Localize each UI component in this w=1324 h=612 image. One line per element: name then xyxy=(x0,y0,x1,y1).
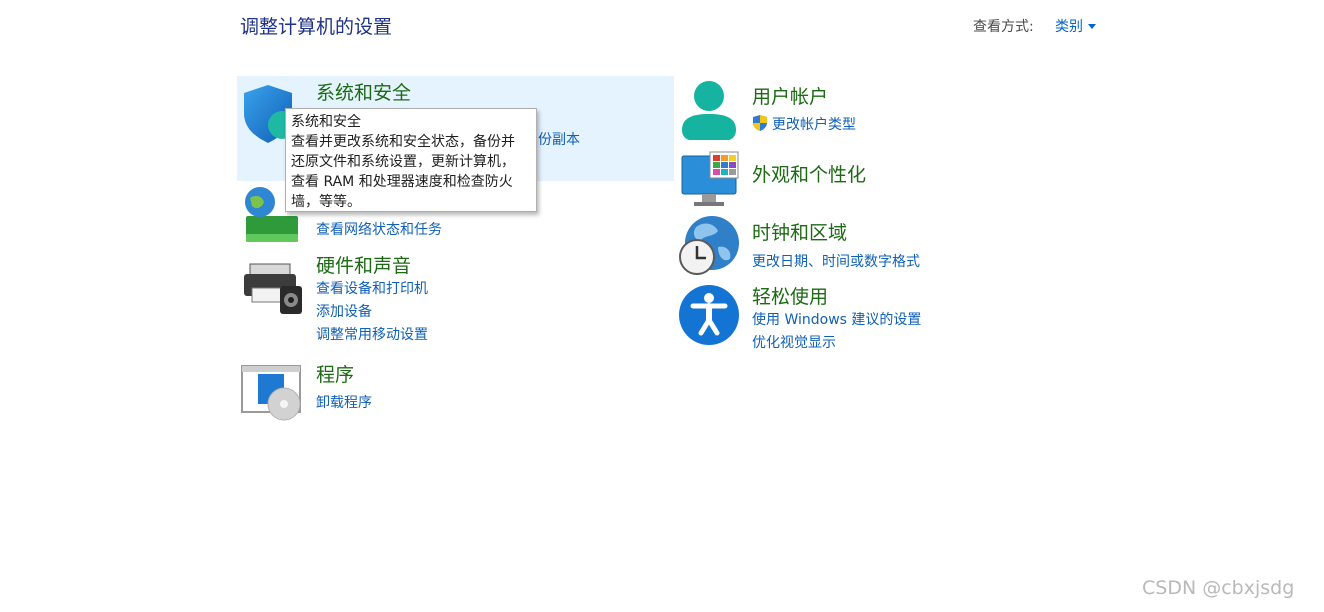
view-by-label: 查看方式: xyxy=(973,19,1034,35)
mobility-settings-link[interactable]: 调整常用移动设置 xyxy=(316,324,428,344)
uninstall-program-link[interactable]: 卸载程序 xyxy=(316,392,372,412)
change-account-type-link[interactable]: 更改帐户类型 xyxy=(772,114,856,134)
optimize-visual-display-link[interactable]: 优化视觉显示 xyxy=(752,332,836,352)
uac-shield-icon xyxy=(753,115,767,131)
hardware-sound-title[interactable]: 硬件和声音 xyxy=(316,251,411,278)
tooltip-line: 还原文件和系统设置，更新计算机， xyxy=(291,154,515,170)
page-title: 调整计算机的设置 xyxy=(240,16,393,38)
user-accounts-title[interactable]: 用户帐户 xyxy=(752,82,828,109)
monitor-icon[interactable] xyxy=(680,150,744,214)
clock-region-title[interactable]: 时钟和区域 xyxy=(752,218,847,245)
chevron-down-icon xyxy=(1088,24,1096,29)
change-date-time-format-link[interactable]: 更改日期、时间或数字格式 xyxy=(752,251,920,271)
backup-link-tail[interactable]: 份副本 xyxy=(538,129,580,149)
system-security-tooltip: 系统和安全 查看并更改系统和安全状态，备份并 还原文件和系统设置，更新计算机， … xyxy=(285,108,537,212)
appearance-title[interactable]: 外观和个性化 xyxy=(752,160,866,187)
windows-recommended-settings-link[interactable]: 使用 Windows 建议的设置 xyxy=(752,309,921,329)
tooltip-line: 查看并更改系统和安全状态，备份并 xyxy=(291,134,515,150)
ease-of-access-title[interactable]: 轻松使用 xyxy=(752,282,828,309)
watermark: CSDN @cbxjsdg xyxy=(1142,577,1295,599)
view-by-dropdown[interactable]: 类别 xyxy=(1055,16,1096,36)
accessibility-icon[interactable] xyxy=(677,283,741,347)
tooltip-line: 查看 RAM 和处理器速度和检查防火 xyxy=(291,174,513,190)
clock-globe-icon[interactable] xyxy=(678,215,742,279)
control-panel-page: 调整计算机的设置 查看方式: 类别 系统和安全 份副本 查看网络状态和任务 硬件… xyxy=(0,0,1324,612)
programs-title[interactable]: 程序 xyxy=(316,360,354,387)
view-by-value: 类别 xyxy=(1055,19,1083,35)
tooltip-line: 系统和安全 xyxy=(291,114,361,130)
tooltip-line: 墙，等等。 xyxy=(291,194,361,210)
programs-icon[interactable] xyxy=(240,362,304,426)
add-device-link[interactable]: 添加设备 xyxy=(316,301,372,321)
view-devices-printers-link[interactable]: 查看设备和打印机 xyxy=(316,278,428,298)
user-icon[interactable] xyxy=(678,78,742,142)
printer-icon[interactable] xyxy=(242,258,306,322)
network-status-link[interactable]: 查看网络状态和任务 xyxy=(316,219,442,239)
system-security-title[interactable]: 系统和安全 xyxy=(316,78,411,105)
